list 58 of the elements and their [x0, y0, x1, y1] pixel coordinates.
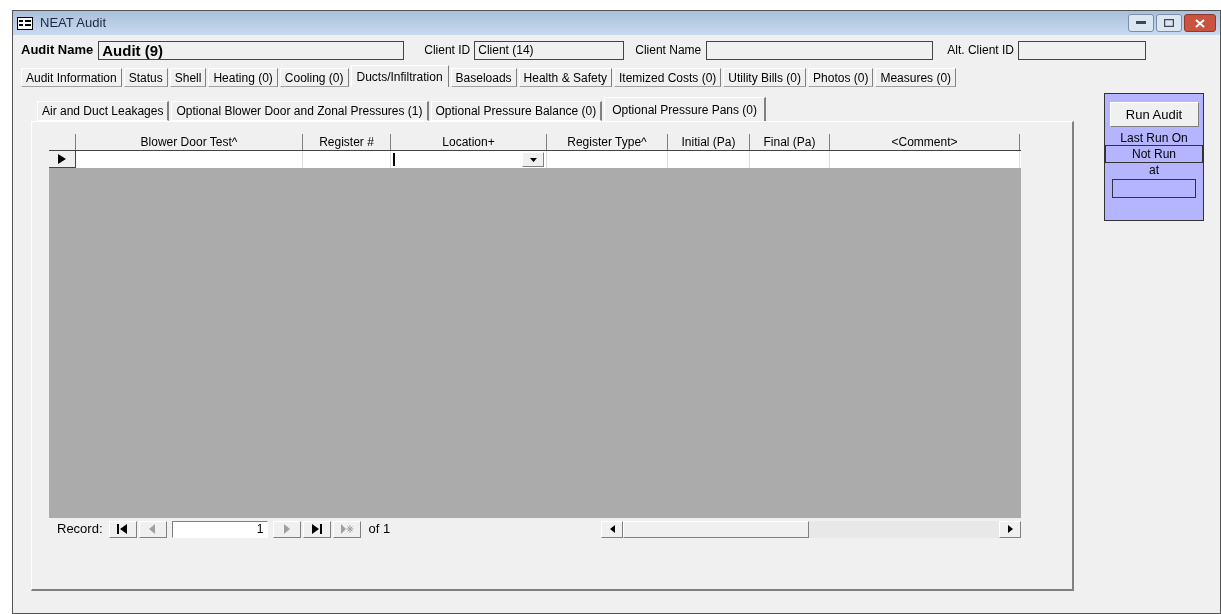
scrollbar-thumb[interactable]	[623, 520, 809, 538]
tab[interactable]: Optional Blower Door and Zonal Pressures (1)	[171, 101, 429, 121]
tab[interactable]: Ducts/Infiltration	[350, 65, 449, 87]
column-header[interactable]: Register #	[303, 134, 391, 150]
alt-client-id-field[interactable]	[1017, 40, 1146, 60]
tab[interactable]: Health & Safety	[518, 68, 612, 87]
column-header[interactable]: Final (Pa)	[750, 134, 830, 150]
tab[interactable]: Baseloads	[450, 68, 517, 87]
field-label: Alt. Client ID	[947, 42, 1014, 59]
column-header[interactable]: Blower Door Test^	[76, 134, 303, 150]
horizontal-scrollbar[interactable]	[601, 520, 1021, 538]
tab[interactable]: Optional Pressure Pans (0)	[604, 97, 766, 121]
column-header[interactable]: Register Type^	[547, 134, 668, 150]
column-header[interactable]: Location+	[391, 134, 547, 150]
close-icon	[1195, 18, 1205, 28]
record-label: Record:	[57, 520, 103, 539]
record-number-field[interactable]: 1	[171, 520, 268, 538]
first-record-button[interactable]	[108, 520, 137, 538]
tab[interactable]: Utility Bills (0)	[723, 68, 807, 87]
record-count: of 1	[368, 520, 391, 539]
close-button[interactable]	[1184, 14, 1216, 32]
record-selector[interactable]	[49, 151, 76, 168]
arrow-star-icon	[338, 522, 355, 536]
last-run-field: Not Run	[1105, 145, 1203, 163]
tab[interactable]: Audit Information	[21, 68, 122, 87]
dropdown-button[interactable]	[522, 152, 544, 167]
tab[interactable]: Itemized Costs (0)	[614, 68, 722, 87]
tab[interactable]: Measures (0)	[875, 68, 957, 87]
audit-name-field[interactable]: Audit (9)	[98, 40, 405, 60]
tab[interactable]: Cooling (0)	[279, 68, 349, 87]
at-label: at	[1149, 163, 1159, 177]
window-title: NEAT Audit	[40, 14, 106, 33]
table-cell[interactable]	[391, 151, 547, 168]
column-header[interactable]: <Comment>	[830, 134, 1020, 150]
tab[interactable]: Optional Pressure Balance (0)	[430, 101, 603, 121]
client-id-field[interactable]: Client (14)	[474, 40, 625, 60]
left-arrow-icon	[609, 525, 615, 533]
right-arrow-icon	[1007, 525, 1013, 533]
tab[interactable]: Air and Duct Leakages	[37, 101, 170, 121]
restore-button[interactable]	[1156, 14, 1182, 32]
column-header[interactable]: Initial (Pa)	[668, 134, 750, 150]
current-record-icon	[58, 154, 66, 164]
tab[interactable]: Shell	[169, 68, 207, 87]
last-record-button[interactable]	[302, 520, 331, 538]
field-label: Client Name	[635, 42, 702, 59]
form-icon	[17, 16, 33, 30]
restore-icon	[1164, 19, 1174, 27]
minimize-button[interactable]	[1128, 14, 1154, 32]
last-run-label: Last Run On	[1120, 131, 1188, 145]
field-label: Client ID	[424, 42, 471, 59]
tab[interactable]: Status	[123, 68, 168, 87]
minimize-icon	[1136, 21, 1146, 25]
tab[interactable]: Heating (0)	[208, 68, 278, 87]
tab[interactable]: Photos (0)	[808, 68, 874, 87]
field-label: Audit Name	[21, 41, 94, 60]
caret-icon	[529, 157, 537, 162]
run-audit-button[interactable]: Run Audit	[1109, 102, 1199, 127]
client-name-field[interactable]	[706, 40, 934, 60]
